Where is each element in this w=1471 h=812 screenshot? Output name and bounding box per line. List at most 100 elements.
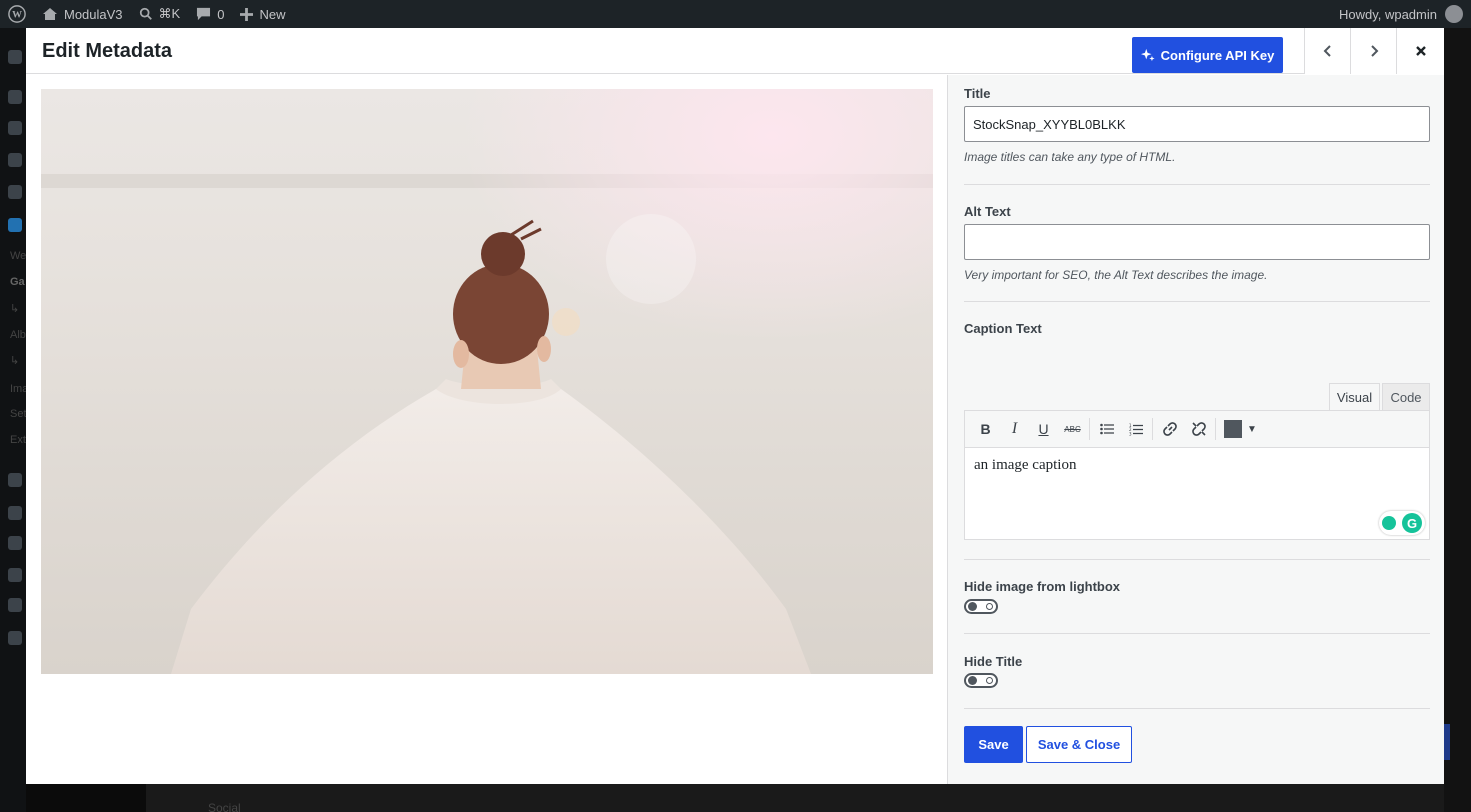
sparkle-icon <box>1140 48 1155 62</box>
collapse-icon <box>8 631 22 645</box>
site-name-link[interactable]: ModulaV3 <box>34 0 131 28</box>
tab-code[interactable]: Code <box>1382 383 1430 411</box>
new-label: New <box>259 6 286 22</box>
menu-fragment: We <box>10 250 27 262</box>
toggle-off-indicator <box>986 677 993 684</box>
toolbar-separator <box>1215 418 1216 440</box>
new-content-link[interactable]: New <box>232 0 293 28</box>
caption-editor[interactable]: an image caption G <box>964 447 1430 540</box>
search-icon <box>139 7 152 20</box>
divider <box>964 708 1430 709</box>
configure-api-key-button[interactable]: Configure API Key <box>1132 37 1283 73</box>
next-image-button[interactable] <box>1350 28 1396 74</box>
wordpress-logo-icon[interactable]: W <box>0 0 34 28</box>
plus-icon <box>240 7 254 21</box>
pin-icon <box>8 90 22 104</box>
close-modal-button[interactable] <box>1396 28 1444 74</box>
menu-fragment: Set <box>10 408 27 420</box>
caption-label: Caption Text <box>964 321 1042 336</box>
pages-icon <box>8 153 22 167</box>
link-icon[interactable] <box>1155 415 1184 444</box>
grammarly-icon: G <box>1402 513 1422 533</box>
menu-fragment: ↳ <box>10 355 20 367</box>
edit-metadata-modal: Edit Metadata Configure API Key Title St… <box>26 28 1444 784</box>
hide-title-label: Hide Title <box>964 654 1023 669</box>
tools-icon <box>8 568 22 582</box>
comments-link[interactable]: 0 <box>188 0 232 28</box>
menu-fragment: Ext <box>10 434 26 446</box>
search-shortcut: ⌘K <box>158 6 181 21</box>
strikethrough-icon[interactable]: ABC <box>1058 415 1087 444</box>
title-label: Title <box>964 86 991 101</box>
grammarly-widget[interactable]: G <box>1379 511 1425 535</box>
editor-toolbar: B I U ABC 123 ▼ <box>964 410 1430 448</box>
media-icon <box>8 121 22 135</box>
bold-icon[interactable]: B <box>971 415 1000 444</box>
chevron-right-icon <box>1370 45 1378 57</box>
title-help: Image titles can take any type of HTML. <box>964 150 1176 164</box>
metadata-panel: Title Image titles can take any type of … <box>947 75 1444 784</box>
italic-icon[interactable]: I <box>1000 415 1029 444</box>
hide-lightbox-toggle[interactable] <box>964 599 998 614</box>
toggle-knob <box>968 676 977 685</box>
numbered-list-icon[interactable]: 123 <box>1121 415 1150 444</box>
unlink-icon[interactable] <box>1184 415 1213 444</box>
title-input[interactable] <box>964 106 1430 142</box>
background-content: Social <box>146 784 1471 812</box>
svg-text:3: 3 <box>1129 431 1132 436</box>
caption-text: an image caption <box>974 457 1077 473</box>
text-color-dropdown-icon[interactable]: ▼ <box>1242 415 1262 444</box>
menu-fragment: ↳ <box>10 303 20 315</box>
previous-image-button[interactable] <box>1304 28 1350 74</box>
hide-title-toggle[interactable] <box>964 673 998 688</box>
comment-icon <box>197 7 211 21</box>
menu-fragment: Ga <box>10 276 25 288</box>
configure-api-key-label: Configure API Key <box>1160 47 1275 63</box>
bullet-list-icon[interactable] <box>1092 415 1121 444</box>
divider <box>964 301 1430 302</box>
gallery-icon <box>8 218 22 232</box>
comments-count: 0 <box>217 6 225 22</box>
background-button-fragment <box>1444 724 1450 760</box>
admin-sidebar: We Ga ↳ Alb ↳ Ima Set Ext <box>0 28 28 812</box>
image-preview <box>41 89 933 674</box>
plugins-icon <box>8 506 22 520</box>
appearance-icon <box>8 473 22 487</box>
hide-lightbox-label: Hide image from lightbox <box>964 579 1121 594</box>
dashboard-icon <box>8 50 22 64</box>
users-icon <box>8 536 22 550</box>
toolbar-separator <box>1152 418 1153 440</box>
home-icon <box>43 8 57 20</box>
command-search[interactable]: ⌘K <box>131 0 189 28</box>
background-footer-text: Social <box>208 801 241 812</box>
alt-text-help: Very important for SEO, the Alt Text des… <box>964 268 1268 282</box>
greeting: Howdy, wpadmin <box>1338 6 1437 22</box>
alt-text-input[interactable] <box>964 224 1430 260</box>
toggle-knob <box>968 602 977 611</box>
svg-text:W: W <box>12 10 22 21</box>
close-icon <box>1415 46 1426 56</box>
site-name: ModulaV3 <box>64 6 123 22</box>
lightbulb-icon <box>1382 516 1396 530</box>
admin-bar: W ModulaV3 ⌘K 0 New Howdy, wpadmin <box>0 0 1471 28</box>
avatar <box>1445 5 1463 23</box>
tab-visual[interactable]: Visual <box>1329 383 1380 411</box>
save-button[interactable]: Save <box>964 726 1023 763</box>
divider <box>964 633 1430 634</box>
divider <box>964 184 1430 185</box>
underline-icon[interactable]: U <box>1029 415 1058 444</box>
background-right <box>1444 28 1471 812</box>
menu-fragment: Alb <box>10 329 26 341</box>
photo-woman-on-beach <box>41 89 933 674</box>
divider <box>964 559 1430 560</box>
account-menu[interactable]: Howdy, wpadmin <box>1339 0 1463 28</box>
comments-icon <box>8 185 22 199</box>
chevron-left-icon <box>1323 45 1331 57</box>
modal-title: Edit Metadata <box>42 40 173 62</box>
settings-icon <box>8 598 22 612</box>
text-color-icon[interactable] <box>1224 420 1242 438</box>
toggle-off-indicator <box>986 603 993 610</box>
modal-header: Edit Metadata Configure API Key <box>26 28 1444 74</box>
save-and-close-button[interactable]: Save & Close <box>1026 726 1132 763</box>
alt-text-label: Alt Text <box>964 204 1011 219</box>
